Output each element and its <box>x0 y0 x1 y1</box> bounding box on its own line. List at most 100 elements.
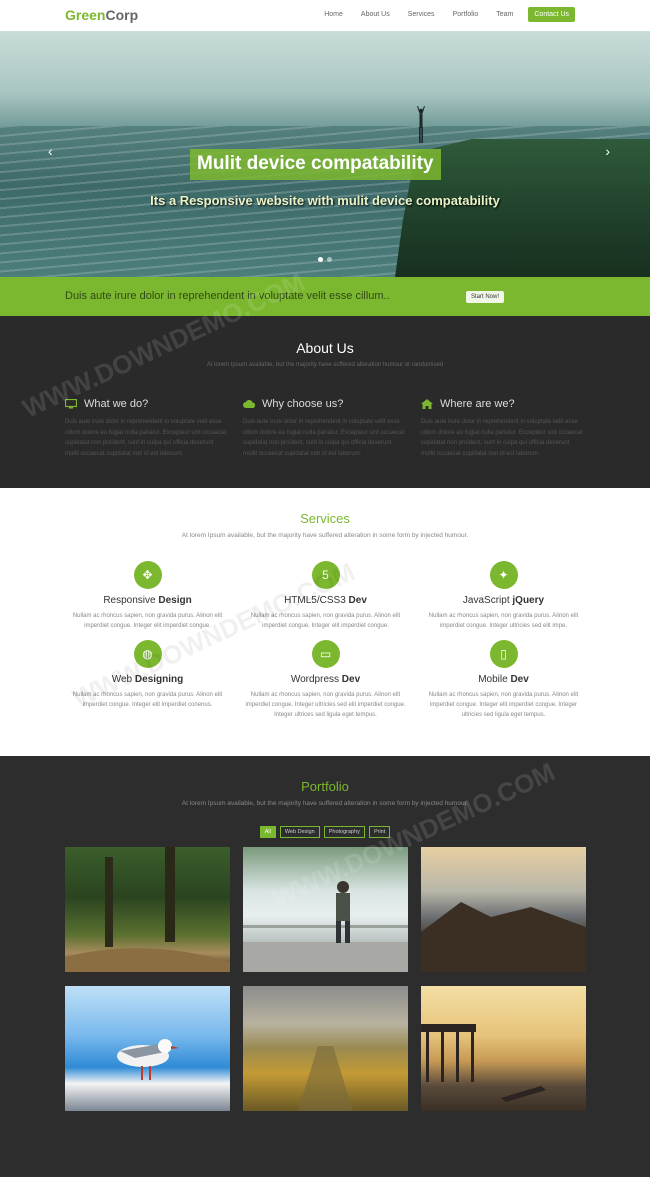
nav-item-services[interactable]: Services <box>399 8 444 21</box>
about-column-heading: Where are we? <box>421 398 584 410</box>
about-column-heading: What we do? <box>65 398 228 410</box>
navbar: GreenCorp Home About Us Services Portfol… <box>0 0 650 31</box>
call-to-action-banner: Duis aute irure dolor in reprehendent in… <box>0 277 650 316</box>
hero-slider: ‹ › Mulit device compatability Its a Res… <box>0 31 650 277</box>
hero-person-silhouette <box>417 106 425 143</box>
filter-print[interactable]: Print <box>368 826 391 838</box>
hero-subtitle: Its a Responsive website with mulit devi… <box>150 193 500 208</box>
service-text: Nullam ac rhoncus sapien, non gravida pu… <box>72 692 223 708</box>
about-column-why: Why choose us? Duis aute irure dolor in … <box>243 398 406 459</box>
service-card: 5 HTML5/CSS3 Dev Nullam ac rhoncus sapie… <box>243 561 408 631</box>
slider-dot[interactable] <box>318 257 323 262</box>
service-title: Responsive Design <box>65 595 230 606</box>
portfolio-filters: All Web Design Photography Print <box>0 826 650 838</box>
about-column-heading: Why choose us? <box>243 398 406 410</box>
monitor-icon <box>65 399 77 409</box>
service-card: ✦ JavaScript jQuery Nullam ac rhoncus sa… <box>421 561 586 631</box>
services-title: Services <box>300 511 350 526</box>
filter-web-design[interactable]: Web Design <box>279 826 320 838</box>
about-section: About Us At lorem Ipsum available, but t… <box>0 316 650 488</box>
about-column-title: Why choose us? <box>262 398 344 410</box>
service-text: Nullam ac rhoncus sapien, non gravida pu… <box>428 613 579 629</box>
seagull <box>117 1039 179 1080</box>
globe-icon: ◍ <box>133 640 162 668</box>
portfolio-image-forest[interactable] <box>65 847 230 972</box>
service-title: Mobile Dev <box>421 674 586 685</box>
service-title-a: Web <box>111 674 135 685</box>
service-text: Nullam ac rhoncus sapien, non gravida pu… <box>428 692 579 718</box>
portfolio-image-pier-sunset[interactable] <box>421 986 586 1111</box>
lightbulb-icon: ✦ <box>489 561 518 589</box>
service-title-a: Responsive <box>103 595 159 606</box>
mobile-icon: ▯ <box>489 640 518 668</box>
service-title: Web Designing <box>65 674 230 685</box>
nav-item-home[interactable]: Home <box>315 8 352 21</box>
portfolio-image-seagull[interactable] <box>65 986 230 1111</box>
portfolio-image-rocky-coast[interactable] <box>421 847 586 972</box>
slider-prev-arrow-icon[interactable]: ‹ <box>48 143 53 159</box>
service-text: Nullam ac rhoncus sapien, non gravida pu… <box>72 613 223 629</box>
portfolio-image-man-on-rail[interactable] <box>243 847 408 972</box>
portfolio-image-wheat-field[interactable] <box>243 986 408 1111</box>
portfolio-section: Portfolio At lorem Ipsum available, but … <box>0 756 650 1177</box>
service-card: ▯ Mobile Dev Nullam ac rhoncus sapien, n… <box>421 640 586 720</box>
about-column-where: Where are we? Duis aute irure dolor in r… <box>421 398 584 459</box>
nav-item-portfolio[interactable]: Portfolio <box>444 8 488 21</box>
slider-dots <box>318 257 332 262</box>
about-column-title: What we do? <box>84 398 149 410</box>
home-icon <box>421 399 433 409</box>
service-text: Nullam ac rhoncus sapien, non gravida pu… <box>250 613 401 629</box>
about-title: About Us <box>296 340 354 356</box>
logo-rest: Corp <box>105 7 139 23</box>
service-card: ◍ Web Designing Nullam ac rhoncus sapien… <box>65 640 230 710</box>
service-title-a: JavaScript <box>462 595 513 606</box>
about-column-what: What we do? Duis aute irure dolor in rep… <box>65 398 228 459</box>
service-title-b: Dev <box>510 674 529 685</box>
about-column-text: Duis aute irure dolor in reprehenderit i… <box>243 419 405 457</box>
desktop-icon: ▭ <box>311 640 340 668</box>
service-card: ▭ Wordpress Dev Nullam ac rhoncus sapien… <box>243 640 408 720</box>
move-icon: ✥ <box>133 561 162 589</box>
filter-photography[interactable]: Photography <box>323 826 365 838</box>
contact-us-button[interactable]: Contact Us <box>528 7 575 22</box>
forest-trees <box>65 847 230 972</box>
service-title: HTML5/CSS3 Dev <box>243 595 408 606</box>
filter-all[interactable]: All <box>259 826 276 838</box>
about-subtitle: At lorem Ipsum available, but the majori… <box>206 362 444 368</box>
service-title-a: HTML5/CSS3 <box>284 595 349 606</box>
service-title-b: Dev <box>341 674 361 685</box>
wheat-field <box>298 1046 353 1111</box>
portfolio-title: Portfolio <box>301 779 349 794</box>
service-title: Wordpress Dev <box>243 674 408 685</box>
man-on-rail <box>243 881 408 972</box>
pier-sunset <box>421 1024 546 1102</box>
nav-item-about[interactable]: About Us <box>352 8 399 21</box>
about-column-title: Where are we? <box>440 398 515 410</box>
service-title-b: jQuery <box>512 595 545 606</box>
service-title-b: Dev <box>348 595 367 606</box>
service-title: JavaScript jQuery <box>421 595 586 606</box>
service-title-b: Design <box>158 595 192 606</box>
services-section: Services At lorem Ipsum available, but t… <box>0 488 650 756</box>
service-title-b: Designing <box>134 674 184 685</box>
cloud-icon <box>243 400 255 408</box>
logo[interactable]: GreenCorp <box>65 7 138 23</box>
start-now-button[interactable]: Start Now! <box>466 291 505 303</box>
about-column-text: Duis aute irure dolor in reprehenderit i… <box>65 419 227 457</box>
slider-dot[interactable] <box>327 257 332 262</box>
logo-main: Green <box>65 7 106 23</box>
banner-text: Duis aute irure dolor in reprehendent in… <box>65 290 390 302</box>
html5-icon: 5 <box>311 561 340 589</box>
service-card: ✥ Responsive Design Nullam ac rhoncus sa… <box>65 561 230 631</box>
portfolio-subtitle: At lorem Ipsum available, but the majori… <box>181 800 469 807</box>
service-text: Nullam ac rhoncus sapien, non gravida pu… <box>245 692 406 718</box>
service-title-a: Mobile <box>478 674 511 685</box>
rocky-coast <box>421 902 586 972</box>
slider-next-arrow-icon[interactable]: › <box>605 143 610 159</box>
nav-item-team[interactable]: Team <box>487 8 522 21</box>
hero-title: Mulit device compatability <box>190 149 441 180</box>
services-subtitle: At lorem Ipsum available, but the majori… <box>181 532 469 539</box>
about-column-text: Duis aute irure dolor in reprehenderit i… <box>421 419 583 457</box>
main-menu: Home About Us Services Portfolio Team Co… <box>315 7 575 22</box>
service-title-a: Wordpress <box>290 674 342 685</box>
